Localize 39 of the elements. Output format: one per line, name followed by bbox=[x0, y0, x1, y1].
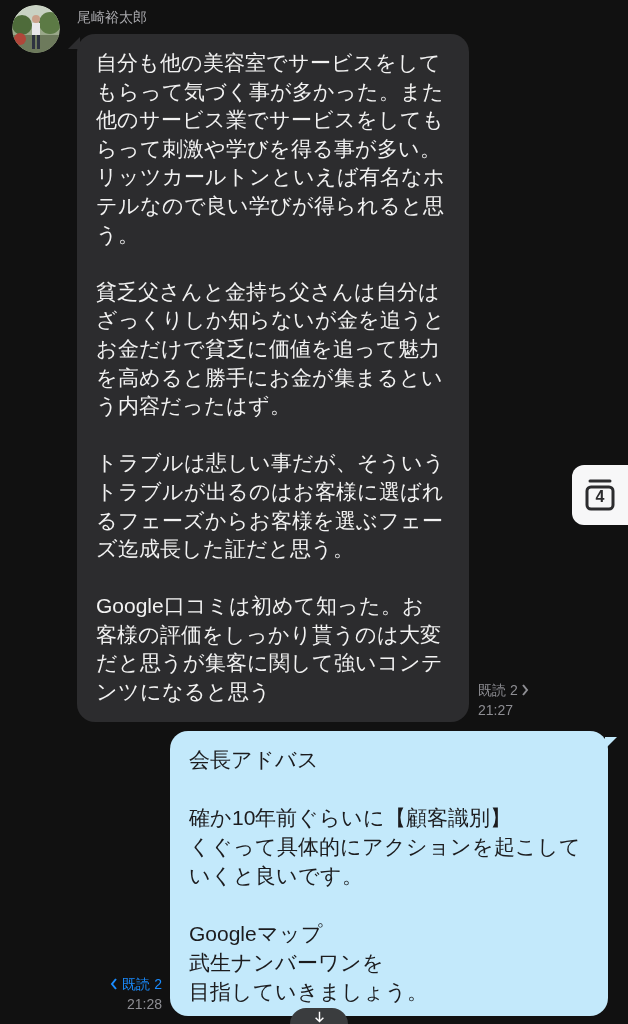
message-line: くぐって具体的にアクションを起こして bbox=[189, 833, 582, 860]
message-line: 他のサービス業でサービスをしても bbox=[96, 107, 445, 134]
calendar-icon bbox=[585, 479, 615, 511]
message-line: いくと良いです。 bbox=[189, 862, 364, 889]
message-line: だと思うが集客に関して強いコンテ bbox=[96, 650, 444, 677]
message-line: ンツになると思う bbox=[96, 679, 272, 706]
chevron-right-icon bbox=[520, 683, 529, 696]
message-line: お金だけで貧乏に価値を追って魅力 bbox=[96, 335, 441, 362]
message-line: う内容だったはず。 bbox=[96, 393, 292, 420]
message-line: Google口コミは初めて知った。お bbox=[96, 593, 425, 620]
message-line: もらって気づく事が多かった。また bbox=[96, 78, 445, 105]
message-line: ズ迄成長した証だと思う。 bbox=[96, 536, 355, 563]
message-line: 会長アドバス bbox=[189, 746, 320, 773]
message-line: 貧乏父さんと金持ち父さんは自分は bbox=[96, 278, 441, 305]
message-line: 客様の評価をしっかり貰うのは大変 bbox=[96, 621, 442, 648]
message-line: テルなので良い学びが得られると思 bbox=[96, 192, 445, 219]
message-time: 21:27 bbox=[478, 700, 515, 720]
calendar-button[interactable]: 4 bbox=[572, 465, 628, 525]
message-line: リッツカールトンといえば有名なホ bbox=[96, 164, 446, 191]
read-receipt: 既読 2 bbox=[478, 680, 518, 700]
message-line: 武生ナンバーワンを bbox=[189, 949, 385, 976]
message-line: トラブルが出るのはお客様に選ばれ bbox=[96, 478, 445, 505]
arrow-down-icon bbox=[312, 1011, 326, 1023]
scroll-down-button[interactable] bbox=[290, 1008, 348, 1024]
message-line: るフェーズからお客様を選ぶフェー bbox=[96, 507, 444, 534]
calendar-count: 4 bbox=[595, 487, 605, 507]
message-line: トラブルは悲しい事だが、そういう bbox=[96, 450, 446, 477]
chevron-left-icon bbox=[110, 977, 119, 990]
message-line: う。 bbox=[96, 221, 140, 248]
message-line: 確か10年前ぐらいに【顧客識別】 bbox=[189, 804, 513, 831]
message-line: Googleマップ bbox=[189, 920, 324, 947]
message-line: 自分も他の美容室でサービスをして bbox=[96, 50, 442, 76]
message-time: 21:28 bbox=[126, 994, 162, 1014]
message-line: 目指していきましょう。 bbox=[189, 978, 429, 1005]
read-receipt: 既読 2 bbox=[122, 974, 162, 994]
sender-name: 尾崎裕太郎 bbox=[77, 8, 148, 26]
message-line: らって刺激や学びを得る事が多い。 bbox=[96, 135, 442, 162]
message-line: ざっくりしか知らないが金を追うと bbox=[96, 307, 446, 334]
message-line: を高めると勝手にお金が集まるとい bbox=[96, 364, 444, 391]
